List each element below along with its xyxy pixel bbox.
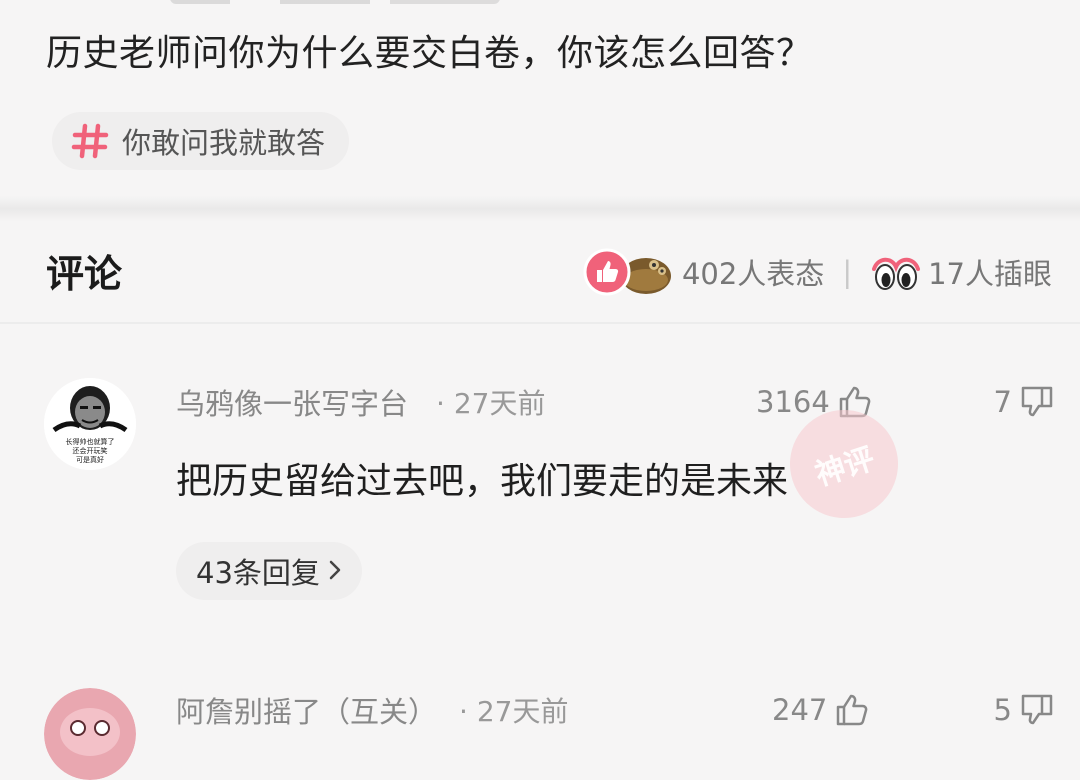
username[interactable]: 乌鸦像一张写字台 [176,381,408,423]
svg-text:长得帅也就算了: 长得帅也就算了 [66,437,115,446]
like-count: 3164 [756,385,830,419]
dislike-button[interactable]: 5 [994,688,1056,732]
reply-count: 43条回复 [196,556,320,590]
topic-tag[interactable]: 你敢问我就敢答 [52,112,350,170]
header-divider [0,322,1080,324]
like-button[interactable]: 247 [772,688,871,732]
comment-head: 乌鸦像一张写字台 · 27天前 [176,380,545,424]
dislike-count: 7 [993,385,1012,419]
svg-text:还会开玩笑: 还会开玩笑 [73,446,108,455]
reactions-bar[interactable]: 402人表态 | 17人插眼 [582,246,1052,298]
section-divider [0,196,1080,222]
view-replies-button[interactable]: 43条回复 [176,542,362,600]
svg-text:可是真好: 可是真好 [76,455,104,464]
cropped-header-line [0,0,1080,8]
dislike-count: 5 [993,693,1012,727]
comment-head: 阿詹别摇了（互关） · 27天前 [176,688,568,732]
dislike-button[interactable]: 7 [994,380,1056,424]
cropped-text [170,0,500,4]
question-title: 历史老师问你为什么要交白卷，你该怎么回答？ [46,33,813,74]
eyes-icon [872,257,921,290]
separator: | [842,255,853,289]
username[interactable]: 阿詹别摇了（互关） [176,689,437,731]
like-count: 247 [772,693,828,727]
comment-text: 把历史留给过去吧，我们要走的是未来 [176,461,789,502]
avatar[interactable]: 长得帅也就算了 还会开玩笑 可是真好 [44,378,136,470]
comments-title: 评论 [46,252,123,296]
eyes-count: 17人插眼 [928,257,1052,291]
comment-time: · 27天前 [459,695,569,728]
avatar[interactable] [44,688,136,780]
reactions-count: 402人表态 [681,257,825,291]
topic-label: 你敢问我就敢答 [122,126,326,160]
like-badge-icon [583,248,631,296]
thumb-up-icon [837,694,868,726]
chevron-right-icon [328,554,342,588]
reaction-icons [582,247,676,297]
hash-icon [70,121,110,161]
comment-time: · 27天前 [436,387,546,420]
thumb-down-icon [1021,386,1053,417]
thumb-down-icon [1021,694,1053,725]
